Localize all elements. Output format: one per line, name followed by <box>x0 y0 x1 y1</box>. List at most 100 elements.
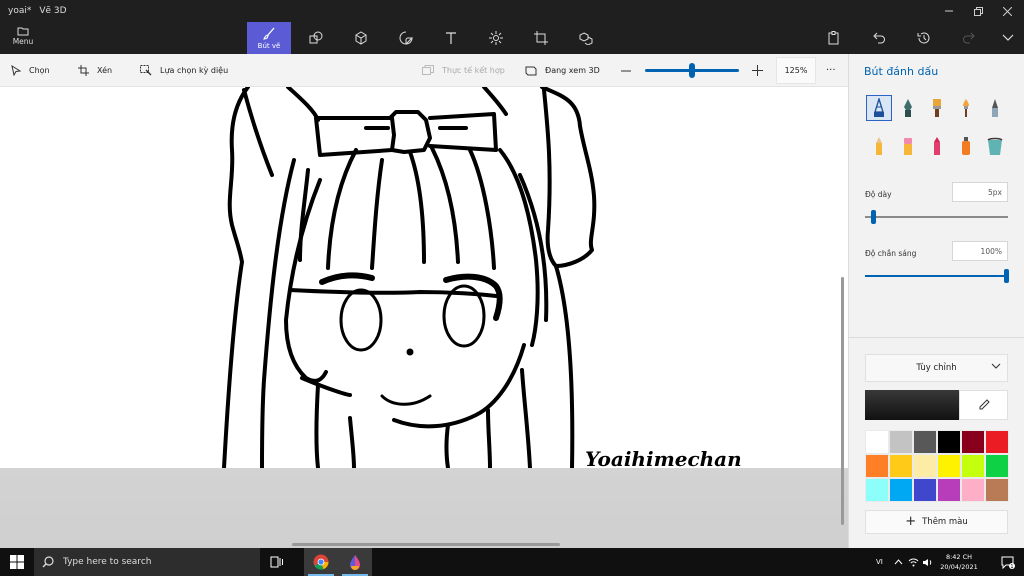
network-button[interactable] <box>908 548 919 576</box>
menu-button[interactable]: Menu <box>6 24 40 52</box>
marker-brush[interactable] <box>866 95 892 121</box>
close-icon <box>1002 6 1012 16</box>
eyedropper-button[interactable] <box>959 390 1008 420</box>
color-swatch[interactable] <box>937 430 961 454</box>
eraser-brush[interactable] <box>895 133 921 159</box>
chrome-taskbar-button[interactable] <box>304 548 338 576</box>
color-swatch[interactable] <box>937 454 961 478</box>
select-button[interactable]: Chọn <box>11 54 50 87</box>
thickness-input[interactable]: 5px <box>952 182 1008 202</box>
window-title: yoai* Vẽ 3D <box>8 6 67 16</box>
add-color-button[interactable]: + Thêm màu <box>865 510 1008 534</box>
minus-icon <box>621 70 631 71</box>
plus-icon <box>752 65 763 76</box>
tool-ribbon: Menu Bút vẽ <box>0 22 1024 54</box>
color-mode-dropdown[interactable]: Tùy chỉnh <box>865 354 1008 382</box>
start-button[interactable] <box>0 548 34 576</box>
opacity-input[interactable]: 100% <box>952 241 1008 261</box>
pencil-brush[interactable] <box>866 133 892 159</box>
history-button[interactable] <box>906 22 942 54</box>
color-swatch[interactable] <box>865 478 889 502</box>
line-drawing: Yoaihimechan <box>222 87 742 468</box>
close-button[interactable] <box>990 0 1024 22</box>
calligraphy-pen-brush[interactable] <box>895 95 921 121</box>
search-icon <box>42 556 54 568</box>
2d-shapes-tool[interactable] <box>294 22 338 54</box>
canvas-area[interactable]: Yoaihimechan <box>0 87 848 548</box>
color-swatch[interactable] <box>985 454 1009 478</box>
action-center-button[interactable]: 1 <box>994 548 1022 576</box>
brushes-tool[interactable]: Bút vẽ <box>247 22 291 54</box>
color-swatch[interactable] <box>913 454 937 478</box>
mixed-reality-button[interactable]: Thực tế kết hợp <box>422 54 505 87</box>
oil-brush-brush[interactable] <box>924 95 950 121</box>
color-swatch[interactable] <box>961 454 985 478</box>
view-3d-label: Đang xem 3D <box>545 66 600 75</box>
clock[interactable]: 8:42 CH 20/04/2021 <box>936 552 982 572</box>
zoom-slider[interactable] <box>645 63 739 78</box>
fill-brush[interactable] <box>982 133 1008 159</box>
stickers-tool[interactable] <box>384 22 428 54</box>
3d-library-tool[interactable] <box>564 22 608 54</box>
more-options-button[interactable]: ··· <box>826 54 836 87</box>
color-swatch[interactable] <box>865 454 889 478</box>
3d-shapes-tool[interactable] <box>339 22 383 54</box>
canvas-tool[interactable] <box>519 22 563 54</box>
cursor-icon <box>11 65 21 76</box>
color-swatch[interactable] <box>985 478 1009 502</box>
thickness-slider-thumb[interactable] <box>871 210 876 224</box>
redo-button[interactable] <box>951 22 987 54</box>
horizontal-scrollbar[interactable] <box>292 543 560 546</box>
current-color-preview[interactable] <box>865 390 959 420</box>
color-swatch[interactable] <box>913 430 937 454</box>
pixel-pen-brush[interactable] <box>982 95 1008 121</box>
history-icon <box>917 32 930 44</box>
opacity-label: Độ chắn sáng <box>865 249 917 258</box>
canvas-toolbar: Chọn Xén Lựa chọn kỳ diệu Thực tế kết hợ… <box>0 54 848 87</box>
zoom-slider-thumb[interactable] <box>689 63 695 78</box>
zoom-in-button[interactable] <box>752 54 771 87</box>
color-swatch[interactable] <box>913 478 937 502</box>
search-placeholder: Type here to search <box>63 557 152 567</box>
color-swatch[interactable] <box>937 478 961 502</box>
pixel-pen-icon <box>992 99 998 117</box>
language-indicator[interactable]: VI <box>876 548 883 576</box>
drawing-canvas[interactable]: Yoaihimechan <box>0 87 848 468</box>
panel-title: Bút đánh dấu <box>864 65 939 78</box>
opacity-slider[interactable] <box>865 269 1009 283</box>
tray-overflow-button[interactable] <box>894 548 903 576</box>
crop-button[interactable]: Xén <box>78 54 112 87</box>
effects-tool[interactable] <box>474 22 518 54</box>
thickness-slider[interactable] <box>865 210 1008 224</box>
paint-3d-taskbar-button[interactable] <box>338 548 372 576</box>
paste-button[interactable] <box>816 22 852 54</box>
canvas-icon <box>534 31 548 45</box>
magic-select-button[interactable]: Lựa chọn kỳ diệu <box>140 54 228 87</box>
expand-button[interactable] <box>990 22 1024 54</box>
opacity-slider-thumb[interactable] <box>1004 269 1009 283</box>
watercolor-brush[interactable] <box>953 95 979 121</box>
undo-button[interactable] <box>861 22 897 54</box>
text-tool[interactable] <box>429 22 473 54</box>
magic-select-label: Lựa chọn kỳ diệu <box>160 66 229 75</box>
zoom-out-button[interactable] <box>621 54 639 87</box>
volume-button[interactable] <box>922 548 933 576</box>
crop-label: Xén <box>97 66 113 75</box>
task-view-button[interactable] <box>260 548 294 576</box>
paint-3d-window: yoai* Vẽ 3D Menu Bút vẽ Chọn Xén Lựa chọ… <box>0 0 1024 576</box>
color-swatch[interactable] <box>889 430 913 454</box>
spray-can-brush[interactable] <box>953 133 979 159</box>
vertical-scrollbar[interactable] <box>841 277 844 525</box>
color-swatch[interactable] <box>889 454 913 478</box>
thickness-label: Độ dày <box>865 190 892 199</box>
taskbar-search[interactable]: Type here to search <box>34 548 260 576</box>
color-swatch[interactable] <box>865 430 889 454</box>
color-swatch[interactable] <box>889 478 913 502</box>
color-swatch[interactable] <box>961 430 985 454</box>
view-3d-button[interactable]: Đang xem 3D <box>525 54 600 87</box>
zoom-level[interactable]: 125% <box>776 57 816 84</box>
calligraphy-pen-icon <box>904 99 912 117</box>
color-swatch[interactable] <box>961 478 985 502</box>
color-swatch[interactable] <box>985 430 1009 454</box>
crayon-brush[interactable] <box>924 133 950 159</box>
